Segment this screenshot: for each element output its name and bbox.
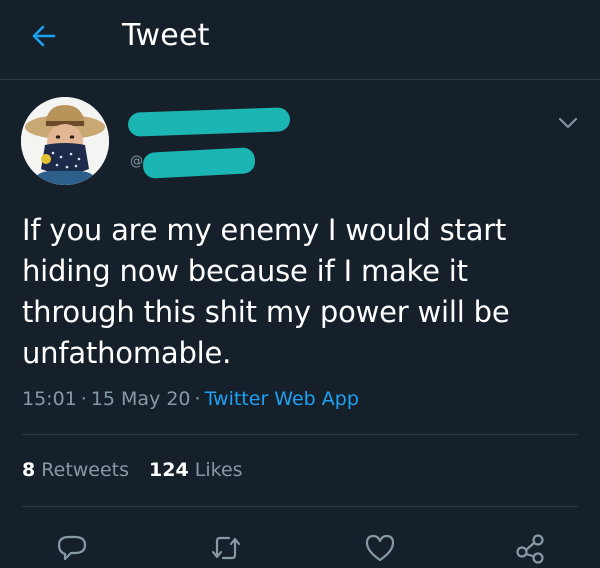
tweet-date: 15 May 20 — [90, 388, 191, 410]
retweet-button[interactable] — [206, 528, 246, 568]
arrow-left-icon — [32, 25, 56, 47]
tweet-actions-bar — [0, 524, 600, 568]
likes-stat[interactable]: 124 Likes — [149, 459, 243, 481]
retweets-label: Retweets — [41, 459, 130, 481]
like-button[interactable] — [360, 528, 400, 568]
avatar-photo — [21, 97, 109, 185]
tweet-stats: 8 Retweets 124 Likes — [22, 456, 243, 484]
share-button[interactable] — [510, 528, 550, 568]
tweet-source-link[interactable]: Twitter Web App — [205, 388, 359, 410]
chevron-down-icon — [559, 118, 577, 128]
likes-count: 124 — [149, 459, 189, 481]
author-name-redaction — [127, 107, 291, 137]
divider — [22, 434, 578, 435]
divider — [22, 506, 578, 507]
likes-label: Likes — [194, 459, 243, 481]
meta-separator: · — [80, 388, 87, 410]
page-title: Tweet — [122, 18, 210, 53]
top-bar: Tweet — [0, 0, 600, 80]
author-handle-prefix: @ — [130, 154, 143, 169]
like-icon — [365, 534, 395, 562]
share-icon — [516, 534, 544, 564]
tweet-detail-screen: Tweet @ If you are my enemy I would star… — [0, 0, 600, 568]
tweet-metadata: 15:01 · 15 May 20 · Twitter Web App — [22, 385, 359, 413]
avatar[interactable] — [21, 97, 109, 185]
tweet-text: If you are my enemy I would start hiding… — [22, 213, 510, 370]
tweet-time: 15:01 — [22, 388, 77, 410]
reply-icon — [57, 535, 87, 561]
tweet-author-row: @ — [0, 80, 600, 200]
retweets-count: 8 — [22, 459, 36, 481]
reply-button[interactable] — [52, 528, 92, 568]
author-handle-redaction — [142, 147, 256, 179]
retweets-stat[interactable]: 8 Retweets — [22, 459, 129, 481]
retweet-icon — [211, 536, 241, 560]
back-button[interactable] — [24, 16, 64, 56]
more-options-button[interactable] — [554, 112, 582, 134]
meta-separator: · — [194, 388, 201, 410]
